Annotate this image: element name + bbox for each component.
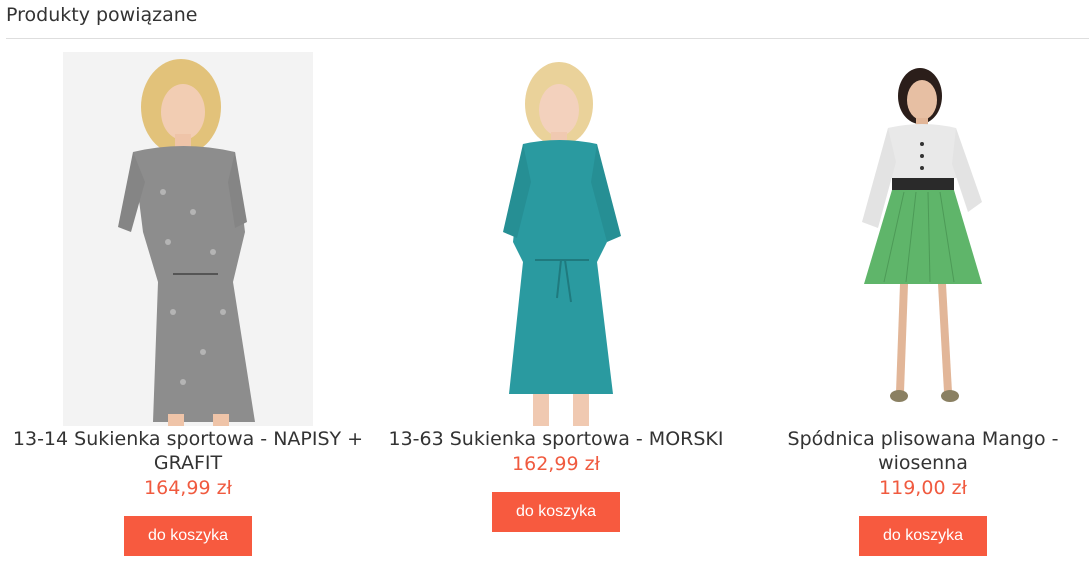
product-image[interactable]	[63, 52, 313, 426]
product-card: 13-63 Sukienka sportowa - MORSKI 162,99 …	[374, 52, 738, 532]
product-card: 13-14 Sukienka sportowa - NAPISY + GRAFI…	[6, 52, 370, 556]
product-card: Spódnica plisowana Mango - wiosenna 119,…	[741, 52, 1091, 556]
product-price: 119,00 zł	[879, 477, 967, 499]
add-to-cart-button[interactable]: do koszyka	[492, 492, 620, 532]
add-to-cart-button[interactable]: do koszyka	[859, 516, 987, 556]
related-products-heading: Produkty powiązane	[6, 4, 198, 26]
product-image[interactable]	[800, 52, 1046, 426]
product-image[interactable]	[431, 52, 681, 426]
product-price: 164,99 zł	[144, 477, 232, 499]
add-to-cart-button[interactable]: do koszyka	[124, 516, 252, 556]
dress-grey-photo	[63, 52, 313, 426]
skirt-green-photo	[800, 52, 1046, 426]
product-price: 162,99 zł	[512, 453, 600, 475]
product-name[interactable]: Spódnica plisowana Mango - wiosenna	[741, 427, 1091, 475]
product-name[interactable]: 13-63 Sukienka sportowa - MORSKI	[374, 427, 738, 451]
dress-teal-photo	[431, 52, 681, 426]
product-name[interactable]: 13-14 Sukienka sportowa - NAPISY + GRAFI…	[6, 427, 370, 475]
heading-divider	[6, 38, 1089, 39]
